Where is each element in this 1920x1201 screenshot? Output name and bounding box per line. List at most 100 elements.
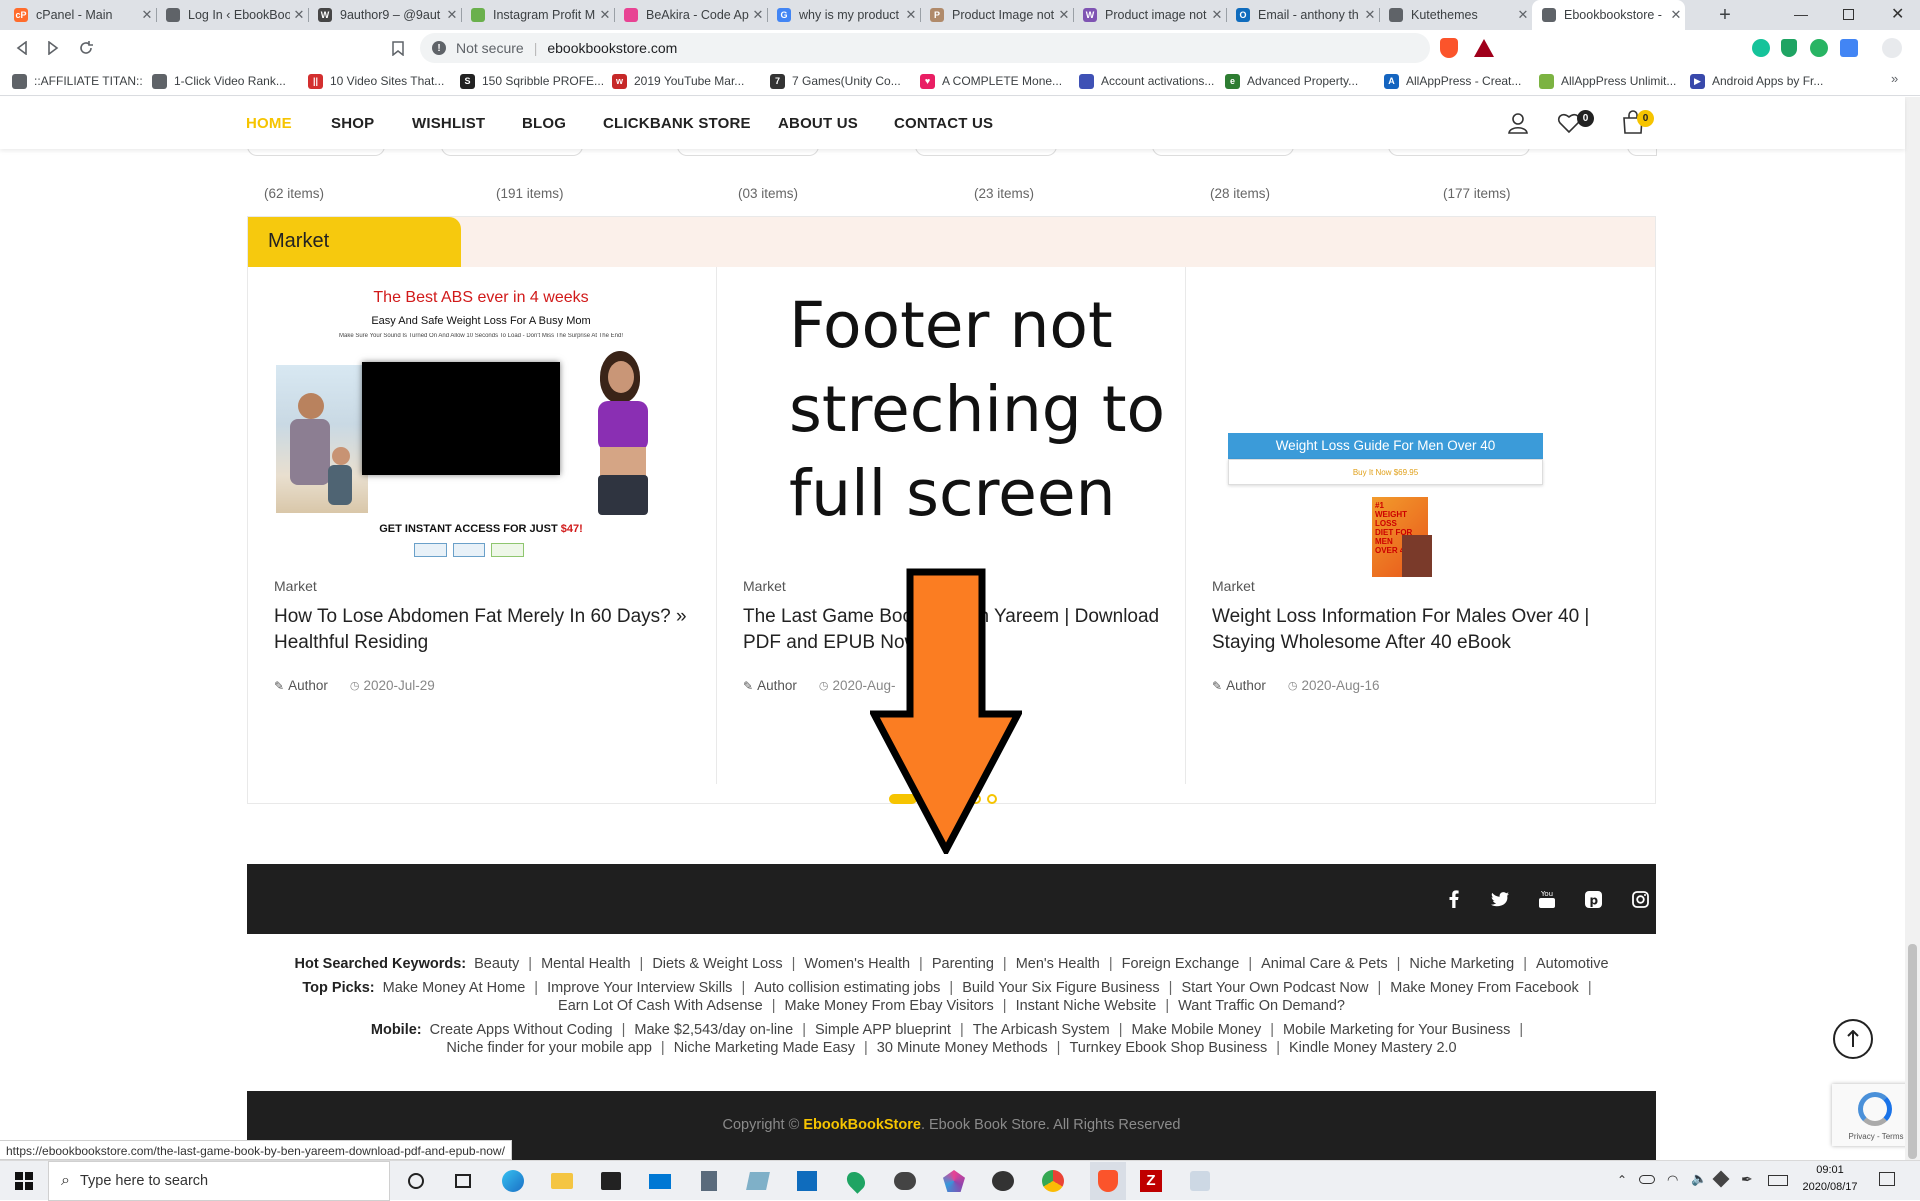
post-card[interactable]: Weight Loss Guide For Men Over 40 Buy It… bbox=[1186, 267, 1655, 784]
bookmark-page-button[interactable] bbox=[386, 36, 410, 60]
nav-wishlist[interactable]: WISHLIST bbox=[412, 115, 485, 132]
footer-keyword-link[interactable]: Women's Health bbox=[804, 956, 910, 972]
post-author[interactable]: Author bbox=[757, 678, 797, 693]
filezilla-icon[interactable]: Z bbox=[1139, 1169, 1163, 1193]
store-icon[interactable] bbox=[599, 1169, 623, 1193]
footer-keyword-link[interactable]: Build Your Six Figure Business bbox=[962, 980, 1159, 996]
browser-tab[interactable]: P Product Image not ✕ bbox=[920, 0, 1073, 30]
photos-icon[interactable] bbox=[991, 1169, 1015, 1193]
nav-blog[interactable]: BLOG bbox=[522, 115, 566, 132]
post-title[interactable]: How To Lose Abdomen Fat Merely In 60 Day… bbox=[274, 604, 694, 656]
post-card[interactable]: The Best ABS ever in 4 weeks Easy And Sa… bbox=[248, 267, 717, 784]
bookmark-item[interactable]: 1-Click Video Rank... bbox=[152, 71, 286, 91]
post-title[interactable]: Weight Loss Information For Males Over 4… bbox=[1212, 604, 1632, 656]
video-player[interactable] bbox=[362, 362, 560, 475]
footer-keyword-link[interactable]: Improve Your Interview Skills bbox=[547, 980, 732, 996]
maps-icon[interactable] bbox=[843, 1168, 869, 1194]
nav-clickbank-store[interactable]: CLICKBANK STORE bbox=[603, 115, 751, 132]
bookmark-item[interactable]: S 150 Sqribble PROFE... bbox=[460, 71, 604, 91]
bookmark-item[interactable]: ::AFFILIATE TITAN:: bbox=[12, 71, 143, 91]
browser-tab[interactable]: BeAkira - Code Ap ✕ bbox=[614, 0, 767, 30]
footer-keyword-link[interactable]: Turnkey Ebook Shop Business bbox=[1069, 1040, 1267, 1056]
footer-keyword-link[interactable]: Create Apps Without Coding bbox=[430, 1022, 613, 1038]
cortana-icon[interactable] bbox=[404, 1169, 428, 1193]
account-icon[interactable] bbox=[1507, 112, 1529, 139]
browser-tab[interactable]: Kutethemes ✕ bbox=[1379, 0, 1532, 30]
close-tab-icon[interactable]: ✕ bbox=[596, 7, 614, 23]
footer-keyword-link[interactable]: Make Money From Facebook bbox=[1390, 980, 1579, 996]
footer-keyword-link[interactable]: Make Money At Home bbox=[383, 980, 526, 996]
calendar-icon[interactable] bbox=[795, 1169, 819, 1193]
brave-rewards-icon[interactable] bbox=[1474, 39, 1494, 57]
post-category[interactable]: Market bbox=[274, 578, 317, 594]
menu-dots-icon[interactable] bbox=[1882, 38, 1902, 58]
pinterest-icon[interactable]: p bbox=[1582, 888, 1604, 910]
forward-button[interactable] bbox=[41, 36, 65, 60]
brave-shields-icon[interactable] bbox=[1440, 38, 1458, 58]
shield-extension-icon[interactable] bbox=[1781, 39, 1797, 57]
browser-tab[interactable]: Ebookbookstore - ✕ bbox=[1532, 0, 1685, 30]
onedrive-icon[interactable] bbox=[1639, 1175, 1655, 1184]
footer-keyword-link[interactable]: Parenting bbox=[932, 956, 994, 972]
footer-keyword-link[interactable]: Animal Care & Pets bbox=[1261, 956, 1388, 972]
paint-brush-icon[interactable] bbox=[1188, 1169, 1212, 1193]
minimize-button[interactable]: — bbox=[1794, 6, 1808, 22]
close-window-button[interactable]: ✕ bbox=[1891, 4, 1904, 24]
windows-start-icon[interactable] bbox=[12, 1169, 36, 1193]
bookmark-item[interactable]: AllAppPress Unlimit... bbox=[1539, 71, 1676, 91]
footer-keyword-link[interactable]: Auto collision estimating jobs bbox=[754, 980, 940, 996]
nav-contact-us[interactable]: CONTACT US bbox=[894, 115, 993, 132]
youtube-icon[interactable]: You bbox=[1536, 888, 1558, 910]
instagram-icon[interactable] bbox=[1629, 888, 1651, 910]
footer-keyword-link[interactable]: Make $2,543/day on-line bbox=[634, 1022, 793, 1038]
footer-keyword-link[interactable]: Want Traffic On Demand? bbox=[1178, 998, 1345, 1014]
volume-icon[interactable]: 🔈 bbox=[1691, 1171, 1707, 1187]
taskbar-search-box[interactable]: ⌕ Type here to search bbox=[48, 1161, 390, 1201]
twitter-icon[interactable] bbox=[1489, 888, 1511, 910]
bookmark-item[interactable]: Account activations... bbox=[1079, 71, 1214, 91]
browser-tab[interactable]: Log In ‹ EbookBoo ✕ bbox=[156, 0, 308, 30]
network-icon[interactable]: ◠ bbox=[1667, 1172, 1678, 1188]
more-bookmarks-icon[interactable]: » bbox=[1891, 71, 1898, 86]
footer-keyword-link[interactable]: Niche finder for your mobile app bbox=[446, 1040, 652, 1056]
post-thumbnail-abs[interactable]: The Best ABS ever in 4 weeks Easy And Sa… bbox=[274, 287, 688, 581]
post-category[interactable]: Market bbox=[743, 578, 786, 594]
footer-keyword-link[interactable]: Kindle Money Mastery 2.0 bbox=[1289, 1040, 1457, 1056]
browser-tab[interactable]: Instagram Profit M ✕ bbox=[461, 0, 614, 30]
pen-icon[interactable]: ✒ bbox=[1741, 1171, 1753, 1188]
show-hidden-icons[interactable]: ⌃ bbox=[1617, 1173, 1627, 1187]
edge-icon[interactable] bbox=[501, 1169, 525, 1193]
scroll-to-top-button[interactable] bbox=[1833, 1019, 1873, 1059]
footer-keyword-link[interactable]: Foreign Exchange bbox=[1122, 956, 1240, 972]
grammarly-extension-icon[interactable] bbox=[1752, 39, 1770, 57]
footer-keyword-link[interactable]: Make Money From Ebay Visitors bbox=[785, 998, 994, 1014]
reload-button[interactable] bbox=[74, 36, 98, 60]
task-view-icon[interactable] bbox=[451, 1169, 475, 1193]
grammarly-g-icon[interactable] bbox=[1810, 39, 1828, 57]
close-tab-icon[interactable]: ✕ bbox=[902, 7, 920, 23]
close-tab-icon[interactable]: ✕ bbox=[290, 7, 308, 23]
browser-tab[interactable]: W 9author9 – @9aut ✕ bbox=[308, 0, 461, 30]
color-app-icon[interactable] bbox=[942, 1169, 966, 1193]
close-tab-icon[interactable]: ✕ bbox=[1361, 7, 1379, 23]
translate-extension-icon[interactable] bbox=[1840, 39, 1858, 57]
browser-tab[interactable]: W Product image not ✕ bbox=[1073, 0, 1226, 30]
footer-keyword-link[interactable]: Start Your Own Podcast Now bbox=[1181, 980, 1368, 996]
mail-icon[interactable] bbox=[648, 1169, 672, 1193]
browser-tab[interactable]: cP cPanel - Main ✕ bbox=[4, 0, 156, 30]
dropbox-icon[interactable] bbox=[1712, 1170, 1730, 1188]
bookmark-item[interactable]: || 10 Video Sites That... bbox=[308, 71, 444, 91]
close-tab-icon[interactable]: ✕ bbox=[749, 7, 767, 23]
app-icon[interactable] bbox=[893, 1169, 917, 1193]
keyboard-icon[interactable] bbox=[1768, 1175, 1788, 1186]
chrome-icon[interactable] bbox=[1041, 1169, 1065, 1193]
browser-tab[interactable]: Gwhy is my product ✕ bbox=[767, 0, 920, 30]
post-author[interactable]: Author bbox=[288, 678, 328, 693]
brave-icon[interactable] bbox=[1090, 1162, 1126, 1200]
post-thumbnail-weightloss[interactable]: Weight Loss Guide For Men Over 40 Buy It… bbox=[1212, 287, 1626, 581]
close-tab-icon[interactable]: ✕ bbox=[443, 7, 461, 23]
browser-tab[interactable]: O Email - anthony th ✕ bbox=[1226, 0, 1379, 30]
bookmark-item[interactable]: 7 7 Games(Unity Co... bbox=[770, 71, 901, 91]
post-category[interactable]: Market bbox=[1212, 578, 1255, 594]
nav-home[interactable]: HOME bbox=[246, 115, 292, 132]
